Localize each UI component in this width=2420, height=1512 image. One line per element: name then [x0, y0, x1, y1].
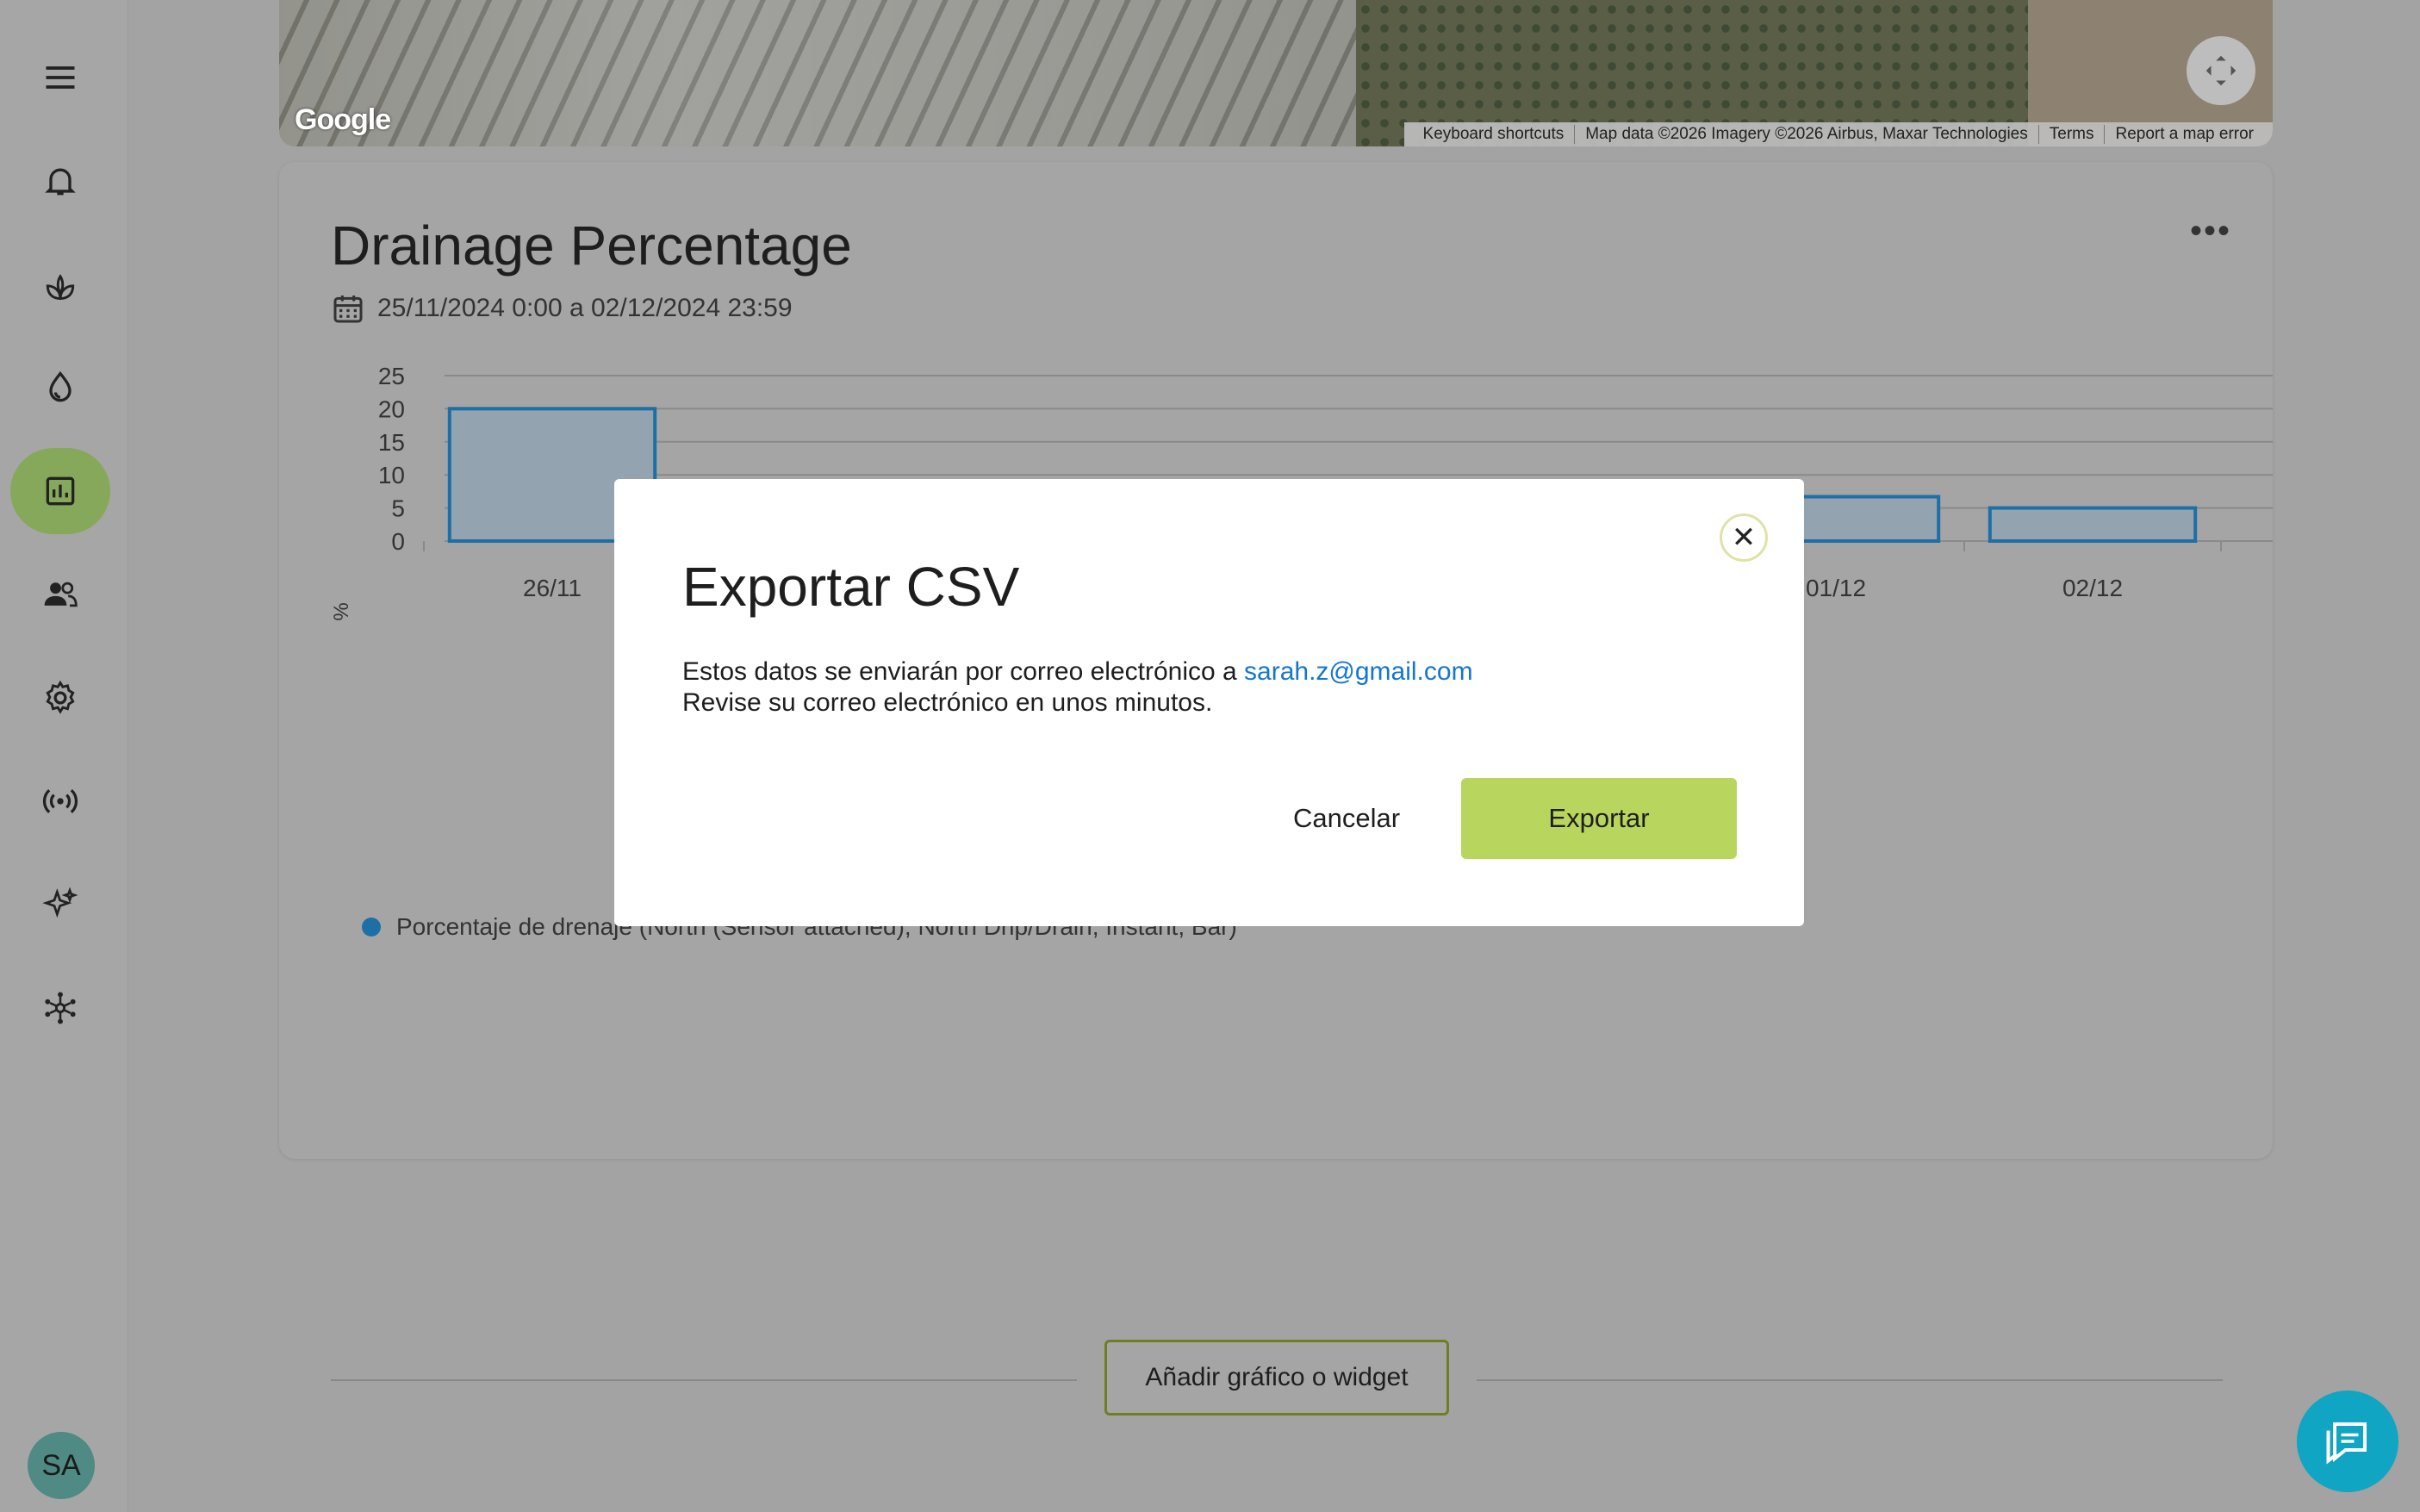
sidebar-item-alerts[interactable]	[10, 138, 110, 224]
gear-icon	[46, 680, 75, 714]
report-map-error-link[interactable]: Report a map error	[2105, 125, 2264, 144]
sidebar-item-irrigation[interactable]	[10, 345, 110, 431]
sidebar-item-charts[interactable]	[10, 448, 110, 534]
cancel-button[interactable]: Cancelar	[1252, 778, 1441, 859]
calendar-icon	[333, 296, 363, 323]
plant-icon	[46, 274, 75, 300]
sidebar: SA	[0, 0, 128, 1512]
fullscreen-icon	[2205, 55, 2236, 86]
network-icon	[45, 992, 76, 1024]
dialog-message-line1: Estos datos se enviarán por correo elect…	[682, 657, 1245, 686]
dialog-message-line2: Revise su correo electrónico en unos min…	[682, 688, 1213, 717]
signal-icon	[42, 788, 78, 814]
chart-icon	[46, 476, 75, 506]
sidebar-item-crops[interactable]	[10, 241, 110, 327]
add-widget-button[interactable]: Añadir gráfico o widget	[1104, 1340, 1449, 1416]
terms-link[interactable]: Terms	[2039, 125, 2106, 144]
divider-left	[331, 1379, 1077, 1381]
x-tick-label: 01/12	[1806, 575, 1866, 601]
sparkles-icon	[42, 887, 78, 918]
map-attribution: Keyboard shortcuts Map data ©2026 Imager…	[1403, 122, 2273, 146]
sidebar-item-ai[interactable]	[10, 862, 110, 948]
satellite-map[interactable]: Google Keyboard shortcuts Map data ©2026…	[279, 0, 2273, 146]
export-csv-dialog: ✕ Exportar CSV Estos datos se enviarán p…	[614, 479, 1804, 926]
y-tick-label: 25	[378, 363, 405, 389]
add-widget-row: Añadir gráfico o widget	[331, 1340, 2223, 1419]
close-icon[interactable]: ✕	[1720, 513, 1768, 562]
keyboard-shortcuts-link[interactable]: Keyboard shortcuts	[1413, 125, 1576, 144]
bell-icon	[45, 168, 76, 196]
y-tick-label: 20	[378, 395, 405, 422]
date-range-text: 25/11/2024 0:00 a 02/12/2024 23:59	[377, 294, 793, 322]
users-icon	[44, 582, 78, 607]
card-title: Drainage Percentage	[331, 215, 852, 277]
menu-button[interactable]	[10, 34, 110, 121]
menu-icon	[46, 66, 75, 89]
sidebar-item-settings[interactable]	[10, 655, 110, 741]
x-tick-label: 26/11	[523, 575, 582, 601]
bar	[1988, 506, 2198, 544]
y-axis-label: %	[330, 602, 353, 620]
card-more-options-button[interactable]: •••	[2190, 212, 2231, 251]
avatar[interactable]: SA	[28, 1432, 95, 1499]
x-tick-label: 02/12	[2062, 575, 2123, 601]
chat-icon	[2326, 1422, 2367, 1465]
water-drop-icon	[49, 370, 72, 402]
sidebar-item-sensors[interactable]	[10, 758, 110, 844]
y-tick-label: 0	[391, 528, 405, 555]
export-button[interactable]: Exportar	[1461, 778, 1737, 859]
y-tick-label: 15	[378, 429, 405, 456]
dialog-title: Exportar CSV	[682, 556, 1020, 618]
date-range: 25/11/2024 0:00 a 02/12/2024 23:59	[331, 291, 793, 326]
google-logo: Google	[295, 103, 391, 136]
sidebar-item-users[interactable]	[10, 551, 110, 638]
dialog-message: Estos datos se enviarán por correo elect…	[682, 656, 1473, 719]
divider-right	[1477, 1379, 2223, 1381]
y-tick-label: 10	[378, 462, 405, 488]
sidebar-item-network[interactable]	[10, 965, 110, 1051]
chat-button[interactable]	[2297, 1391, 2398, 1492]
map-data-text: Map data ©2026 Imagery ©2026 Airbus, Max…	[1575, 125, 2039, 144]
y-tick-label: 5	[391, 495, 405, 522]
legend-marker	[362, 918, 381, 936]
fullscreen-button[interactable]	[2187, 36, 2255, 105]
recipient-email: sarah.z@gmail.com	[1244, 657, 1473, 686]
